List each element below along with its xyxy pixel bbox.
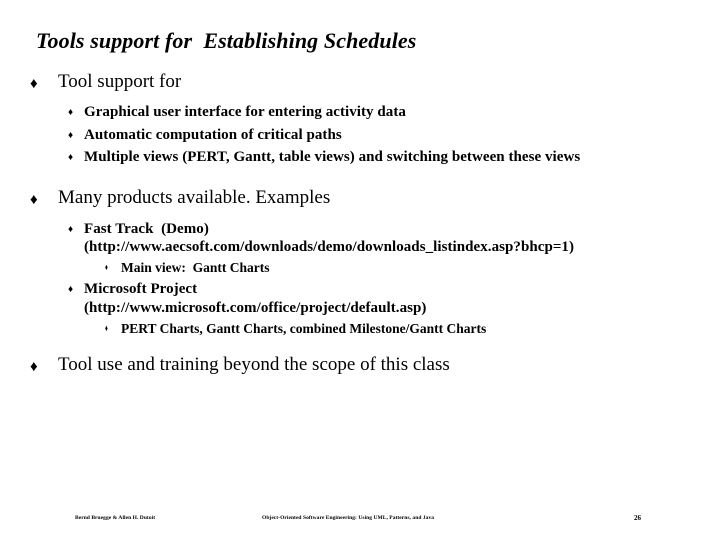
bullet-level1-many-products: ♦ Many products available. Examples [30, 186, 720, 210]
bullet-level3-main-view: ♦ Main view: Gantt Charts [105, 260, 720, 276]
bullet-level2-text: Microsoft Project (http://www.microsoft.… [84, 281, 427, 316]
bullet-level1-text: Tool use and training beyond the scope o… [58, 354, 450, 376]
diamond-bullet-icon: ♦ [105, 322, 108, 333]
diamond-bullet-icon: ♦ [30, 192, 38, 209]
diamond-bullet-icon: ♦ [68, 223, 74, 235]
slide-body: ♦ Tool support for ♦ Graphical user inte… [0, 70, 720, 377]
bullet-level1-text: Many products available. Examples [58, 187, 331, 209]
footer-page-number: 26 [634, 514, 641, 522]
bullet-level2-text: Graphical user interface for entering ac… [84, 104, 406, 121]
footer-book-title: Object-Oriented Software Engineering: Us… [262, 515, 435, 521]
slide-title: Tools support for Establishing Schedules [36, 28, 417, 53]
bullet-level2-fast-track: ♦ Fast Track (Demo) (http://www.aecsoft.… [68, 220, 720, 257]
bullet-level2-text: Multiple views (PERT, Gantt, table views… [84, 148, 581, 165]
footer-authors: Bernd Bruegge & Allen H. Dutoit [75, 515, 156, 521]
bullet-level3-pert-charts: ♦ PERT Charts, Gantt Charts, combined Mi… [105, 321, 720, 337]
slide-footer: Bernd Bruegge & Allen H. Dutoit Object-O… [0, 512, 720, 532]
bullet-level1-tool-support: ♦ Tool support for [30, 70, 720, 94]
slide: Tools support for Establishing Schedules… [0, 0, 720, 540]
bullet-level2-automatic-computation: ♦ Automatic computation of critical path… [68, 126, 720, 144]
diamond-bullet-icon: ♦ [30, 359, 38, 376]
bullet-level2-text: Fast Track (Demo) (http://www.aecsoft.co… [84, 220, 575, 255]
diamond-bullet-icon: ♦ [30, 76, 38, 92]
bullet-level2-graphical-ui: ♦ Graphical user interface for entering … [68, 103, 720, 121]
diamond-bullet-icon: ♦ [68, 129, 74, 141]
bullet-level2-text: Automatic computation of critical paths [84, 126, 342, 143]
bullet-level3-text: Main view: Gantt Charts [121, 260, 270, 276]
diamond-bullet-icon: ♦ [68, 107, 74, 119]
bullet-level2-multiple-views: ♦ Multiple views (PERT, Gantt, table vie… [68, 148, 720, 166]
diamond-bullet-icon: ♦ [68, 284, 74, 296]
diamond-bullet-icon: ♦ [68, 151, 74, 163]
bullet-level2-microsoft-project: ♦ Microsoft Project (http://www.microsof… [68, 280, 720, 317]
diamond-bullet-icon: ♦ [105, 262, 108, 273]
bullet-level3-text: PERT Charts, Gantt Charts, combined Mile… [121, 320, 487, 336]
bullet-level1-text: Tool support for [58, 71, 182, 92]
bullet-level1-tool-use-training: ♦ Tool use and training beyond the scope… [30, 353, 720, 377]
